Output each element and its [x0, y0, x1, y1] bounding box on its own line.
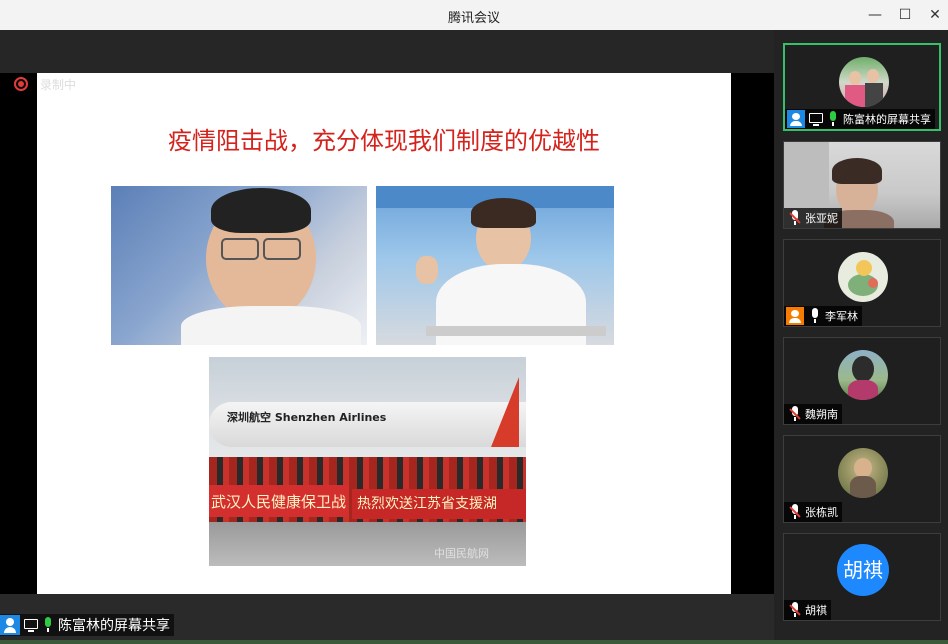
presentation-slide: 疫情阻击战，充分体现我们制度的优越性 深圳航空 Shenzhen Airline… [37, 73, 731, 594]
microphone-icon [809, 308, 821, 324]
window-title: 腾讯会议 [447, 11, 500, 26]
top-toolbar [0, 30, 774, 73]
participant-name-bar: 陈富林的屏幕共享 [785, 109, 935, 129]
avatar [839, 57, 889, 107]
photo-medical-team-departure: 深圳航空 Shenzhen Airlines 武汉人民健康保卫战 热烈欢送江苏省… [209, 357, 526, 566]
participant-name: 张栋凯 [805, 506, 838, 519]
taskbar-strip [0, 640, 948, 644]
screen-share-label: 陈富林的屏幕共享 [0, 614, 174, 636]
microphone-muted-icon [789, 504, 801, 520]
close-button[interactable]: ✕ [924, 5, 946, 25]
recording-icon [14, 77, 28, 91]
title-bar: 腾讯会议 — ☐ ✕ [0, 0, 948, 30]
user-icon [787, 110, 805, 128]
screen-share-icon [808, 112, 824, 126]
participant-tile-li-junlin[interactable]: 李军林 [783, 239, 941, 327]
host-icon [786, 307, 804, 325]
photo-li-lanjuan [376, 186, 614, 345]
participant-tile-zhang-dongkai[interactable]: 张栋凯 [783, 435, 941, 523]
participant-name-bar: 魏朔南 [784, 404, 842, 424]
participant-name-bar: 张栋凯 [784, 502, 842, 522]
participant-name-bar: 李军林 [784, 306, 862, 326]
image-watermark: 中国民航网 [434, 547, 489, 560]
microphone-icon [42, 617, 54, 633]
slide-title: 疫情阻击战，充分体现我们制度的优越性 [168, 127, 600, 155]
minimize-button[interactable]: — [864, 5, 886, 25]
participant-name-bar: 胡祺 [784, 600, 831, 620]
text-avatar: 胡祺 [837, 544, 889, 596]
participant-name: 李军林 [825, 310, 858, 323]
avatar [838, 448, 888, 498]
microphone-muted-icon [789, 602, 801, 618]
participant-name: 胡祺 [805, 604, 827, 617]
maximize-button[interactable]: ☐ [894, 5, 916, 25]
screen-share-icon [23, 618, 39, 632]
banner-right-text: 热烈欢送江苏省支援湖 [357, 496, 497, 512]
recording-label: 录制中 [40, 78, 77, 92]
participant-name: 张亚妮 [805, 212, 838, 225]
avatar [838, 252, 888, 302]
banner-left-text: 武汉人民健康保卫战 [211, 493, 347, 511]
participant-tile-zhang-yani[interactable]: 张亚妮 [783, 141, 941, 229]
participant-name: 魏朔南 [805, 408, 838, 421]
participant-name: 陈富林的屏幕共享 [843, 113, 931, 126]
shared-screen: 疫情阻击战，充分体现我们制度的优越性 深圳航空 Shenzhen Airline… [0, 73, 774, 594]
participant-tile-hu-qi[interactable]: 胡祺 胡祺 [783, 533, 941, 621]
avatar [838, 350, 888, 400]
screen-share-name: 陈富林的屏幕共享 [58, 618, 170, 634]
photo-zhong-nanshan [111, 186, 367, 345]
participant-name-bar: 张亚妮 [784, 208, 842, 228]
microphone-muted-icon [789, 406, 801, 422]
microphone-icon [827, 111, 839, 127]
participant-tile-chen-fulin[interactable]: 陈富林的屏幕共享 [783, 43, 941, 131]
microphone-muted-icon [789, 210, 801, 226]
user-icon [0, 615, 20, 635]
participant-tile-wei-shuonan[interactable]: 魏朔南 [783, 337, 941, 425]
plane-livery-text: 深圳航空 Shenzhen Airlines [227, 411, 387, 424]
participant-sidebar: 陈富林的屏幕共享 张亚妮 李军林 魏朔南 张栋凯 胡祺 胡祺 [774, 30, 948, 644]
